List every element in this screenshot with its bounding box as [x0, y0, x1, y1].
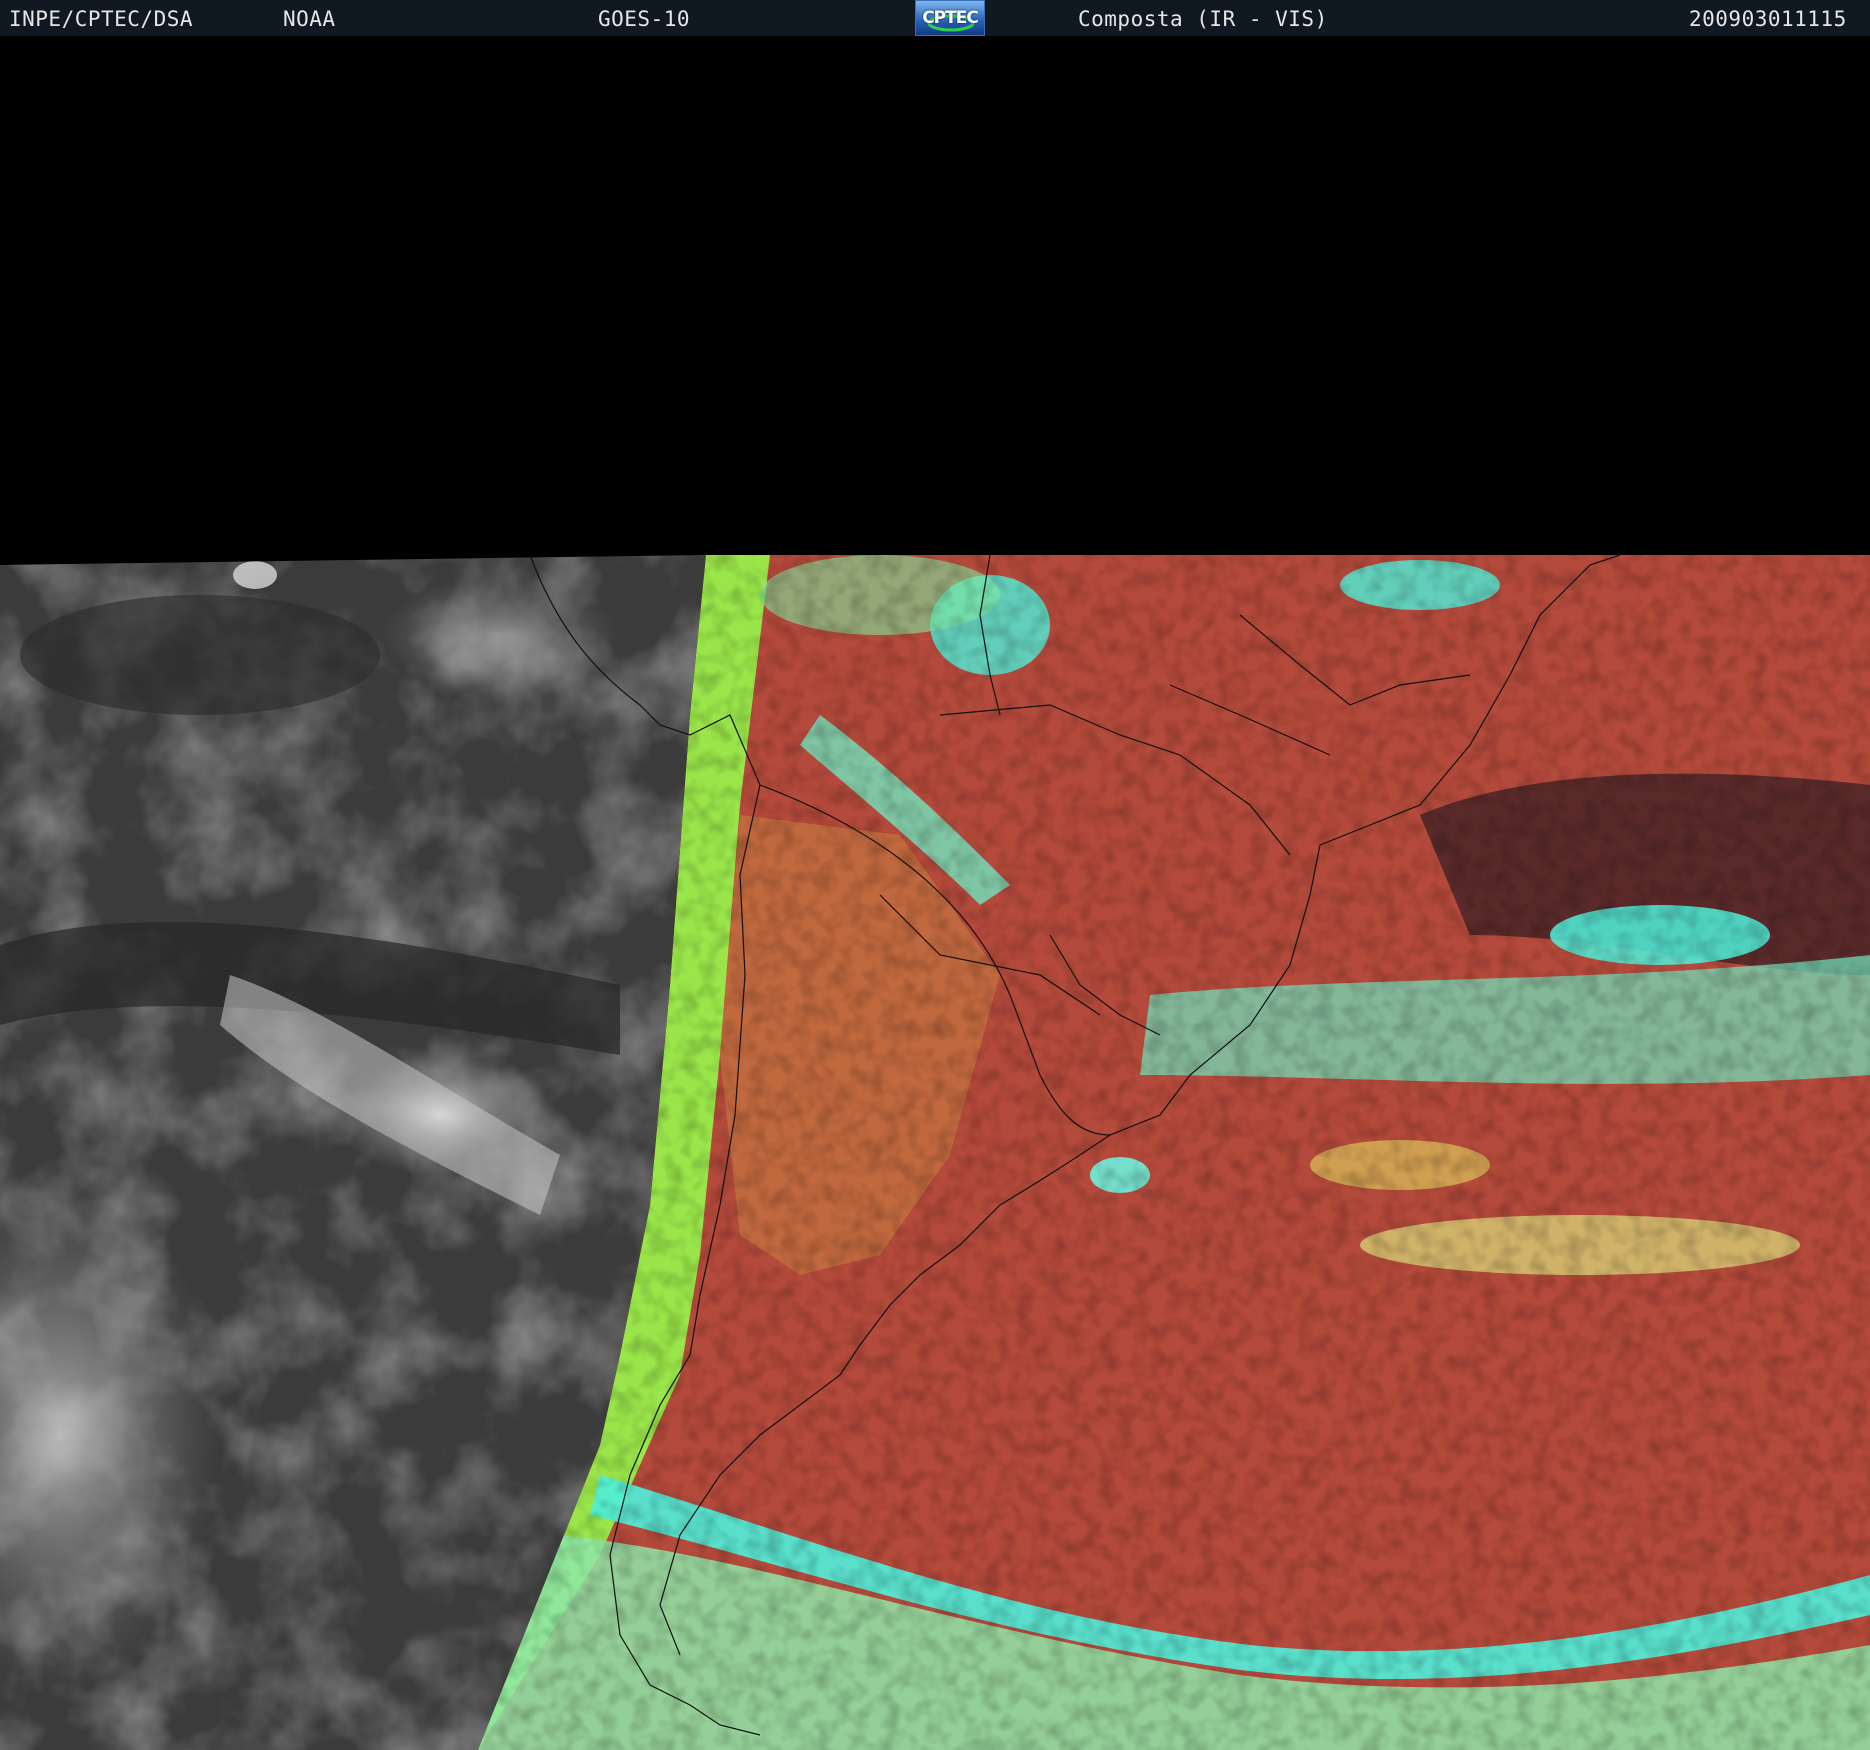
- cptec-logo: CPTEC: [915, 0, 985, 36]
- satellite-label: GOES-10: [598, 7, 691, 31]
- logo-text: CPTEC: [922, 8, 979, 28]
- product-label: Composta (IR - VIS): [1078, 7, 1328, 31]
- satellite-composite-image: [0, 555, 1870, 1750]
- image-header: INPE/CPTEC/DSA NOAA GOES-10 CPTEC Compos…: [0, 0, 1870, 36]
- institution-label: INPE/CPTEC/DSA: [9, 7, 194, 31]
- timestamp-label: 200903011115: [1689, 7, 1847, 31]
- agency-label: NOAA: [283, 7, 336, 31]
- no-data-region: [0, 36, 1870, 560]
